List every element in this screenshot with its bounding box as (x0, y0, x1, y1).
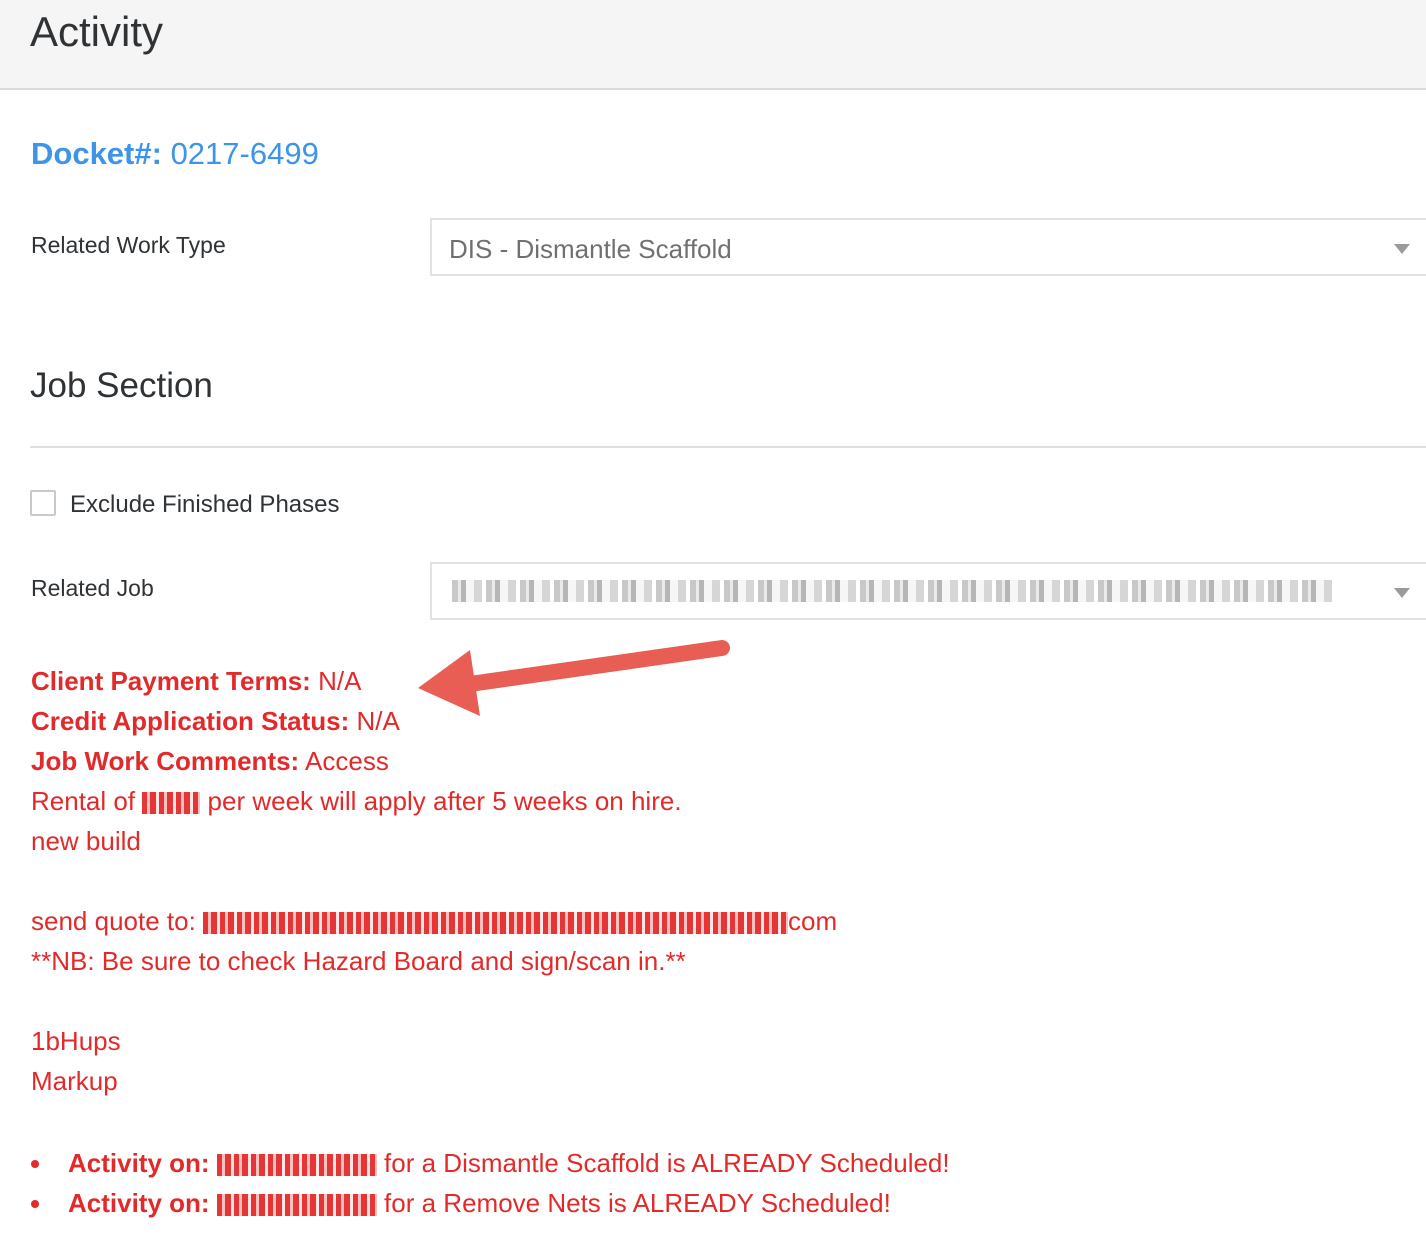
job-work-comments-label: Job Work Comments: (31, 746, 300, 776)
credit-status-label: Credit Application Status: (31, 706, 350, 736)
markup-line: Markup (31, 1066, 118, 1096)
activity-on-label: Activity on: (68, 1148, 210, 1178)
activity-on-label: Activity on: (68, 1188, 210, 1218)
credit-status-value: N/A (356, 706, 400, 736)
related-work-type-select[interactable]: DIS - Dismantle Scaffold (430, 218, 1426, 276)
related-job-label: Related Job (31, 575, 154, 601)
related-job-select[interactable] (430, 562, 1426, 620)
send-quote-line: send quote to: com (31, 906, 837, 937)
bullet-icon (31, 1160, 39, 1168)
chevron-down-icon (1394, 588, 1410, 598)
annotation-arrow-icon (418, 640, 730, 716)
send-quote-prefix: send quote to: (31, 906, 196, 936)
job-work-comments: Job Work Comments: Access (31, 746, 389, 777)
redacted-amount (142, 792, 201, 815)
job-work-comments-value: Access (305, 746, 389, 776)
rental-line: Rental of per week will apply after 5 we… (31, 786, 682, 817)
docket-value: 0217-6499 (170, 136, 319, 171)
send-quote-suffix: com (788, 906, 838, 936)
credit-application-status: Credit Application Status: N/A (31, 706, 400, 737)
related-work-type-label: Related Work Type (31, 232, 226, 258)
client-payment-terms: Client Payment Terms: N/A (31, 666, 361, 697)
docket-number: Docket#: 0217-6499 (31, 136, 319, 172)
exclude-finished-phases-checkbox[interactable] (30, 490, 56, 516)
activity-text: for a Remove Nets is ALREADY Scheduled! (384, 1188, 891, 1218)
redacted-job-value (452, 580, 1332, 602)
bullet-icon (31, 1200, 39, 1208)
nb-line: **NB: Be sure to check Hazard Board and … (31, 946, 686, 976)
docket-label: Docket#: (31, 136, 162, 171)
chevron-down-icon (1394, 244, 1410, 254)
new-build-line: new build (31, 826, 141, 856)
exclude-finished-phases-label: Exclude Finished Phases (70, 491, 340, 518)
job-section-title: Job Section (30, 366, 213, 405)
section-divider (30, 446, 1426, 448)
redacted-date (216, 1194, 377, 1217)
activity-text: for a Dismantle Scaffold is ALREADY Sche… (384, 1148, 950, 1178)
rental-prefix: Rental of (31, 786, 136, 816)
redacted-email (203, 912, 789, 935)
redacted-date (216, 1154, 377, 1177)
rental-suffix: per week will apply after 5 weeks on hir… (207, 786, 682, 816)
payment-terms-value: N/A (318, 666, 362, 696)
hups-line: 1bHups (31, 1026, 121, 1056)
page-title: Activity (30, 8, 164, 55)
page-header: Activity (0, 0, 1426, 90)
payment-terms-label: Client Payment Terms: (31, 666, 311, 696)
related-work-type-value: DIS - Dismantle Scaffold (449, 234, 732, 264)
